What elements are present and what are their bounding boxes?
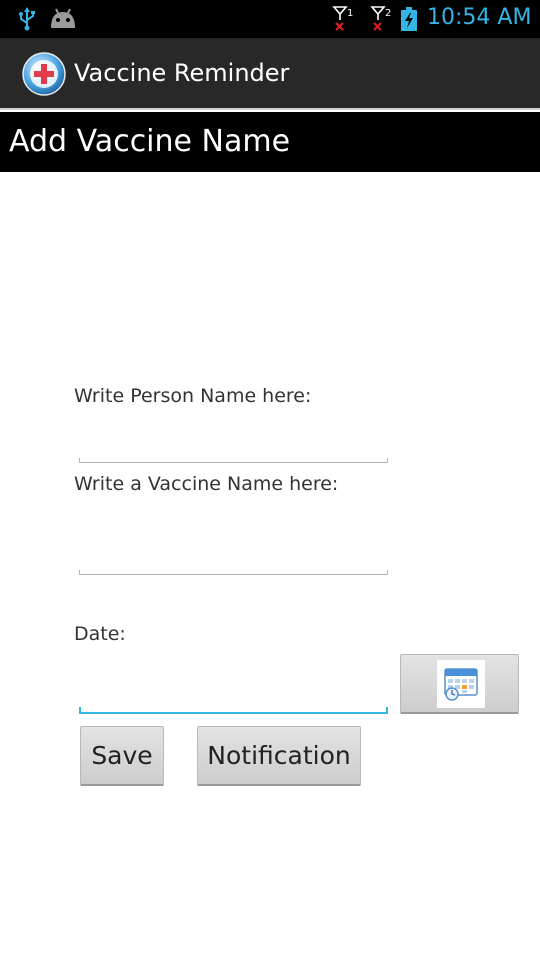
save-button[interactable]: Save [80, 726, 164, 786]
vaccine-name-label: Write a Vaccine Name here: [74, 473, 339, 495]
date-field[interactable] [79, 698, 388, 714]
person-name-input[interactable] [81, 447, 381, 461]
person-name-label: Write Person Name here: [74, 385, 312, 407]
date-label: Date: [74, 623, 126, 645]
person-name-field[interactable] [79, 447, 388, 463]
status-bar: 1 2 10:54 AM [0, 0, 540, 38]
calendar-button[interactable] [400, 654, 519, 714]
status-clock: 10:54 AM [427, 5, 532, 30]
sim2-label: 2 [385, 8, 391, 19]
sim1-label: 1 [347, 8, 353, 19]
date-input[interactable] [81, 698, 381, 712]
field-underline-focused [79, 712, 388, 714]
field-underline [79, 574, 388, 575]
vaccine-app-icon[interactable] [22, 52, 66, 96]
page-title: Add Vaccine Name [9, 124, 291, 159]
signal-sim1-icon: 1 [332, 4, 356, 38]
usb-icon [16, 6, 38, 36]
notification-button[interactable]: Notification [197, 726, 361, 786]
page-header: Add Vaccine Name [0, 112, 540, 172]
field-underline-right-tick [387, 570, 388, 575]
field-underline-right-tick [387, 458, 388, 463]
field-underline-left-tick [79, 707, 81, 714]
android-debug-icon [48, 6, 78, 34]
field-underline-left-tick [79, 570, 80, 575]
app-title: Vaccine Reminder [74, 59, 290, 87]
vaccine-name-field[interactable] [79, 559, 388, 575]
field-underline [79, 462, 388, 463]
calendar-icon [437, 660, 485, 708]
signal-sim2-icon: 2 [370, 4, 394, 38]
vaccine-name-input[interactable] [81, 559, 381, 573]
action-bar: Vaccine Reminder [0, 38, 540, 110]
field-underline-right-tick [386, 707, 388, 714]
battery-charging-icon [400, 7, 418, 35]
field-underline-left-tick [79, 458, 80, 463]
